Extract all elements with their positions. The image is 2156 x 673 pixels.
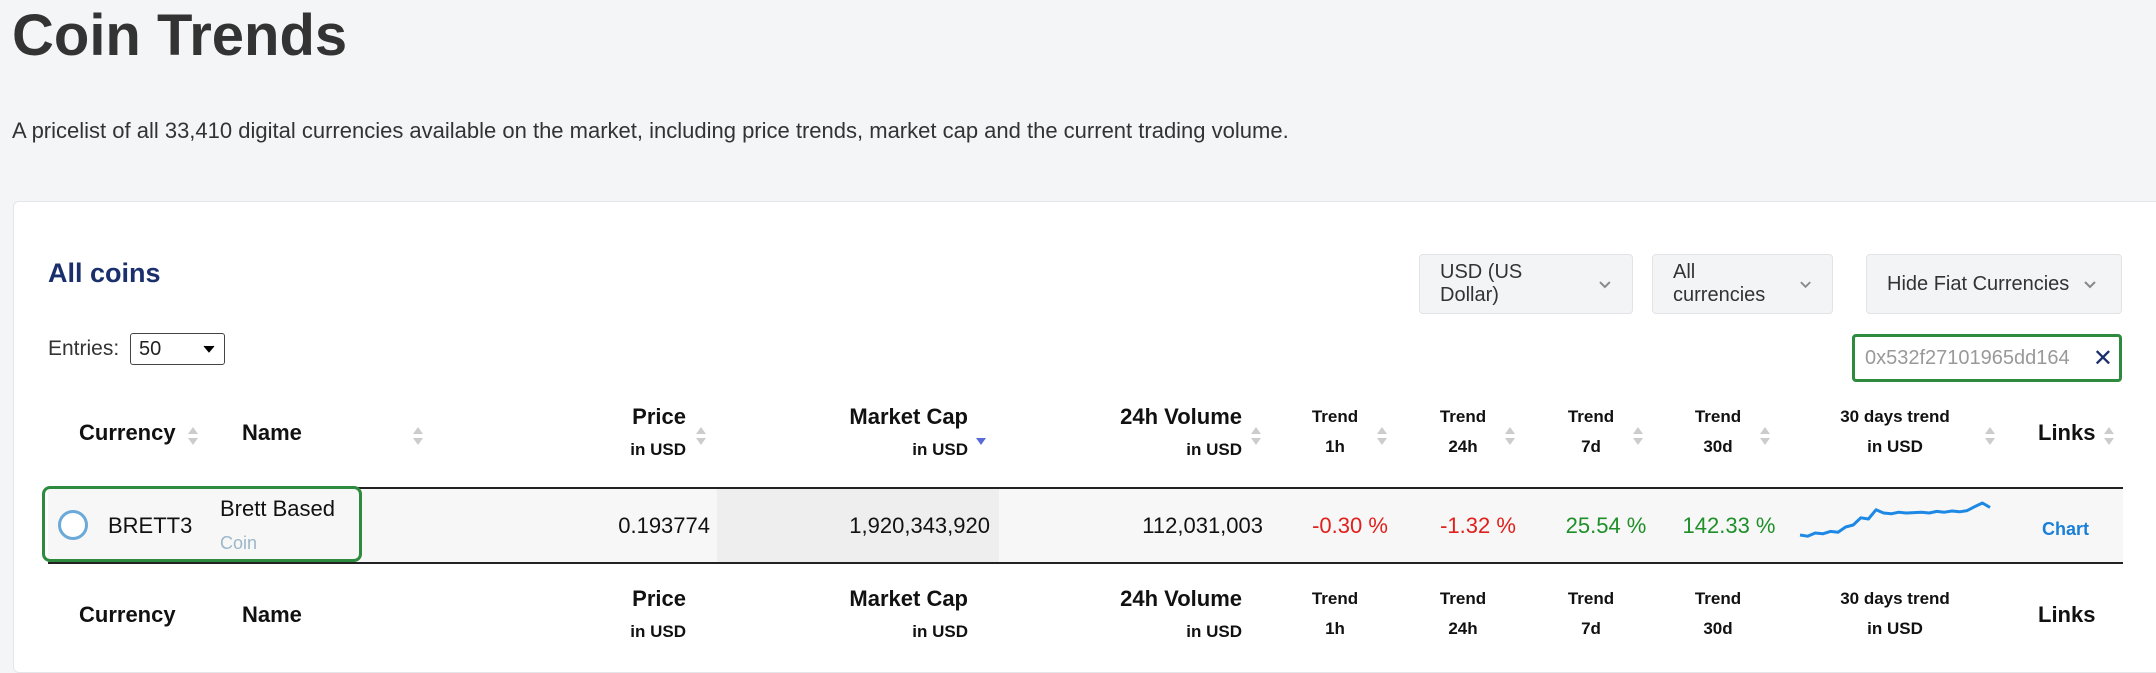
column-header-links[interactable]: Links (2038, 420, 2095, 446)
column-header-currency[interactable]: Currency (79, 420, 176, 446)
column-header-30-day-trend[interactable]: 30 days trend in USD (1820, 407, 1970, 457)
sort-icon[interactable] (1632, 424, 1644, 448)
footer-header-currency: Currency (79, 602, 176, 627)
sort-desc-icon[interactable] (975, 424, 987, 448)
sort-icon[interactable] (1759, 424, 1771, 448)
column-header-name[interactable]: Name (242, 420, 302, 446)
column-header-volume[interactable]: 24h Volume in USD (1100, 404, 1242, 460)
row-type: Coin (220, 533, 258, 553)
entries-label: Entries: (48, 337, 120, 360)
sort-icon[interactable] (1376, 424, 1388, 448)
chart-link[interactable]: Chart (2042, 515, 2089, 541)
footer-header-volume: 24h Volume in USD (1120, 586, 1242, 641)
footer-header-30-day-trend: 30 days trend in USD (1840, 589, 1950, 638)
section-title: All coins (48, 258, 161, 288)
sort-icon[interactable] (1984, 424, 1996, 448)
chart-link-label[interactable]: Chart (2042, 519, 2089, 539)
fiat-dropdown-label: Hide Fiat Currencies (1887, 272, 2070, 295)
row-symbol: BRETT3 (108, 513, 193, 538)
sparkline-chart (1799, 501, 1991, 538)
sort-icon[interactable] (1504, 424, 1516, 448)
footer-header-trend-30d: Trend 30d (1694, 589, 1742, 638)
sort-icon[interactable] (187, 424, 199, 448)
column-header-price[interactable]: Price in USD (600, 404, 686, 460)
page-description: A pricelist of all 33,410 digital curren… (12, 118, 1289, 143)
row-trend-1h: -0.30 % (1312, 513, 1388, 538)
chevron-down-icon (203, 345, 215, 353)
footer-header-name: Name (242, 602, 302, 627)
fiat-dropdown[interactable]: Hide Fiat Currencies (1866, 254, 2122, 314)
search-input[interactable]: 0x532f27101965dd164 ✕ (1852, 334, 2122, 382)
row-name[interactable]: Brett Based (220, 496, 335, 522)
sort-icon[interactable] (695, 424, 707, 448)
column-header-trend-1h[interactable]: Trend 1h (1305, 407, 1365, 457)
row-trend-24h: -1.32 % (1440, 513, 1516, 538)
footer-header-trend-1h: Trend 1h (1311, 589, 1359, 638)
row-price: 0.193774 (618, 513, 710, 538)
search-input-value: 0x532f27101965dd164 (1865, 346, 2070, 369)
sort-icon[interactable] (412, 424, 424, 448)
row-divider (48, 562, 2123, 564)
column-header-trend-7d[interactable]: Trend 7d (1561, 407, 1621, 457)
sort-icon[interactable] (2103, 424, 2115, 448)
footer-header-price: Price in USD (630, 586, 686, 641)
footer-header-links: Links (2038, 602, 2096, 627)
currency-dropdown-label: USD (US Dollar) (1440, 261, 1523, 306)
clear-search-icon[interactable]: ✕ (2093, 344, 2113, 373)
chevron-down-icon (1599, 281, 1611, 289)
page-title: Coin Trends (12, 3, 348, 68)
sort-icon[interactable] (1250, 424, 1262, 448)
row-market-cap: 1,920,343,920 (849, 513, 990, 538)
scope-dropdown[interactable]: All currencies (1652, 254, 1833, 314)
footer-header-trend-24h: Trend 24h (1439, 589, 1487, 638)
chevron-down-icon (1800, 281, 1811, 289)
row-select-radio[interactable] (58, 510, 88, 540)
entries-select[interactable]: 50 (130, 333, 225, 365)
column-header-trend-30d[interactable]: Trend 30d (1688, 407, 1748, 457)
row-trend-30d: 142.33 % (1682, 513, 1776, 538)
footer-header-trend-7d: Trend 7d (1567, 589, 1615, 638)
scope-dropdown-label: All currencies (1673, 261, 1766, 306)
column-header-market-cap[interactable]: Market Cap in USD (820, 404, 968, 460)
footer-header-market-cap: Market Cap in USD (849, 586, 968, 641)
row-volume: 112,031,003 (1142, 513, 1263, 538)
entries-value: 50 (139, 337, 162, 360)
chevron-down-icon (2084, 281, 2097, 289)
sparkline-series (1799, 501, 1991, 538)
currency-dropdown[interactable]: USD (US Dollar) (1419, 254, 1633, 314)
row-trend-7d: 25.54 % (1565, 513, 1647, 538)
column-header-trend-24h[interactable]: Trend 24h (1433, 407, 1493, 457)
